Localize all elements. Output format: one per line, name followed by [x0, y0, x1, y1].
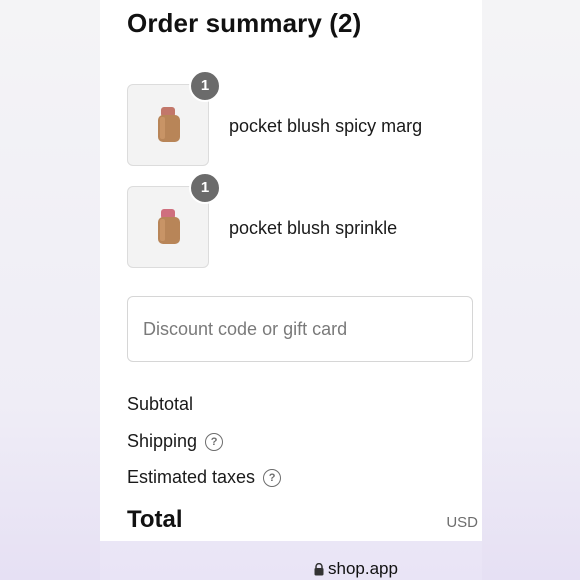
- quantity-badge: 1: [189, 70, 221, 102]
- shipping-help-icon[interactable]: ?: [205, 432, 224, 451]
- order-summary-panel: Order summary (2) 1 pocket blush spicy m…: [100, 0, 482, 541]
- subtotal-label: Subtotal: [127, 394, 194, 414]
- blush-stick-icon: [158, 209, 180, 244]
- currency-code: USD: [446, 514, 478, 531]
- line-item: 1 pocket blush spicy marg: [127, 70, 467, 168]
- item-name: pocket blush sprinkle: [229, 218, 398, 238]
- taxes-row: Estimated taxes ?: [127, 467, 282, 488]
- item-name: pocket blush spicy marg: [229, 116, 423, 136]
- lock-icon: [314, 562, 324, 575]
- discount-code-input[interactable]: [127, 296, 473, 362]
- url-display[interactable]: shop.app: [314, 559, 398, 579]
- taxes-help-icon[interactable]: ?: [263, 468, 282, 487]
- quantity-badge: 1: [189, 172, 221, 204]
- blush-stick-icon: [158, 107, 180, 142]
- background-left: [0, 0, 100, 580]
- taxes-label: Estimated taxes: [127, 467, 256, 487]
- line-item: 1 pocket blush sprinkle: [127, 172, 467, 270]
- total-label: Total: [127, 506, 183, 533]
- shipping-label: Shipping: [127, 431, 198, 451]
- subtotal-row: Subtotal: [127, 394, 193, 415]
- order-summary-title: Order summary (2): [127, 8, 362, 38]
- browser-address-bar[interactable]: shop.app: [0, 541, 580, 580]
- url-text: shop.app: [328, 559, 398, 578]
- shipping-row: Shipping ?: [127, 431, 224, 452]
- background-right: [482, 0, 580, 580]
